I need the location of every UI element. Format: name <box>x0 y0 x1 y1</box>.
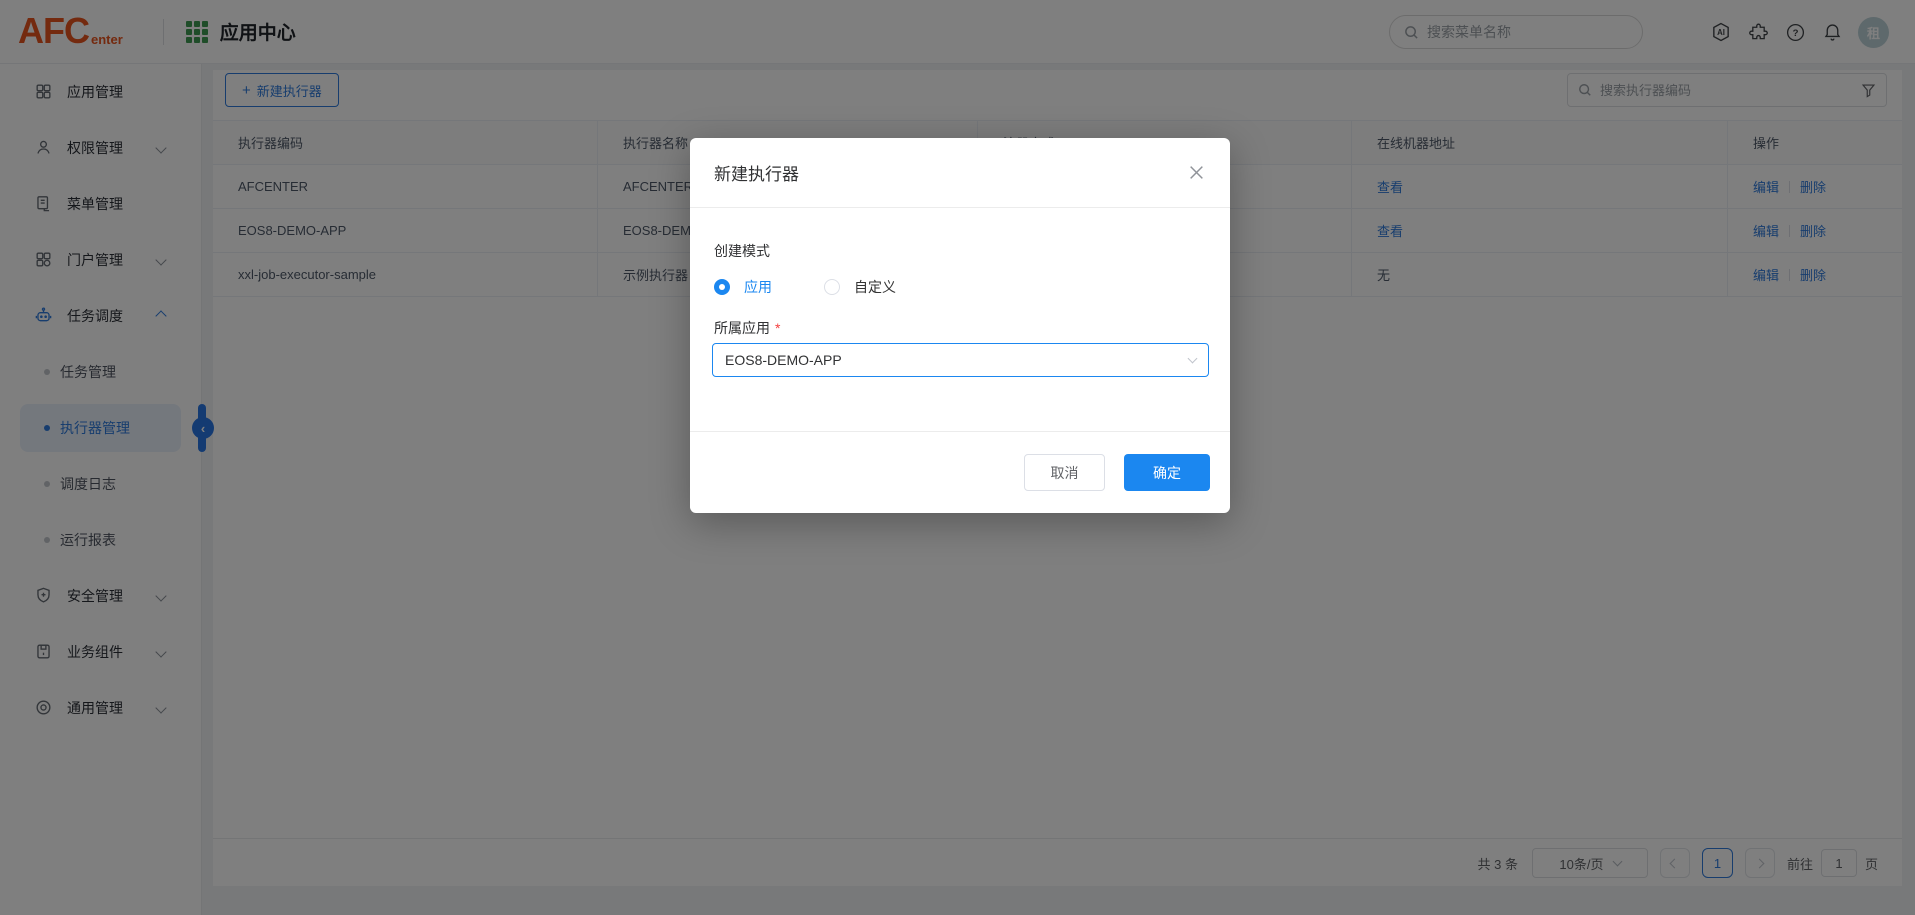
confirm-button[interactable]: 确定 <box>1124 454 1210 491</box>
new-executor-dialog: 新建执行器 创建模式 应用 自定义 所属应用 * EOS8-DEMO-APP 取… <box>690 138 1230 513</box>
create-mode-label: 创建模式 <box>714 243 770 259</box>
owner-app-select-value: EOS8-DEMO-APP <box>725 352 842 368</box>
owner-app-label-row: 所属应用 * <box>714 318 780 338</box>
dialog-header: 新建执行器 <box>690 138 1230 208</box>
cancel-button[interactable]: 取消 <box>1024 454 1105 491</box>
radio-selected-icon[interactable] <box>714 279 730 295</box>
required-asterisk: * <box>775 320 781 336</box>
dialog-title: 新建执行器 <box>714 165 799 184</box>
create-mode-radio-group: 应用 自定义 <box>714 277 896 297</box>
close-icon[interactable] <box>1186 163 1206 183</box>
dialog-footer: 取消 确定 <box>690 431 1230 513</box>
owner-app-label: 所属应用 <box>714 320 770 336</box>
radio-label: 应用 <box>744 279 772 295</box>
radio-unselected-icon[interactable] <box>824 279 840 295</box>
chevron-down-icon <box>1187 353 1198 364</box>
owner-app-select[interactable]: EOS8-DEMO-APP <box>712 343 1209 377</box>
radio-option-application[interactable]: 应用 <box>714 277 772 297</box>
radio-label: 自定义 <box>854 279 896 295</box>
radio-option-custom[interactable]: 自定义 <box>824 277 896 297</box>
